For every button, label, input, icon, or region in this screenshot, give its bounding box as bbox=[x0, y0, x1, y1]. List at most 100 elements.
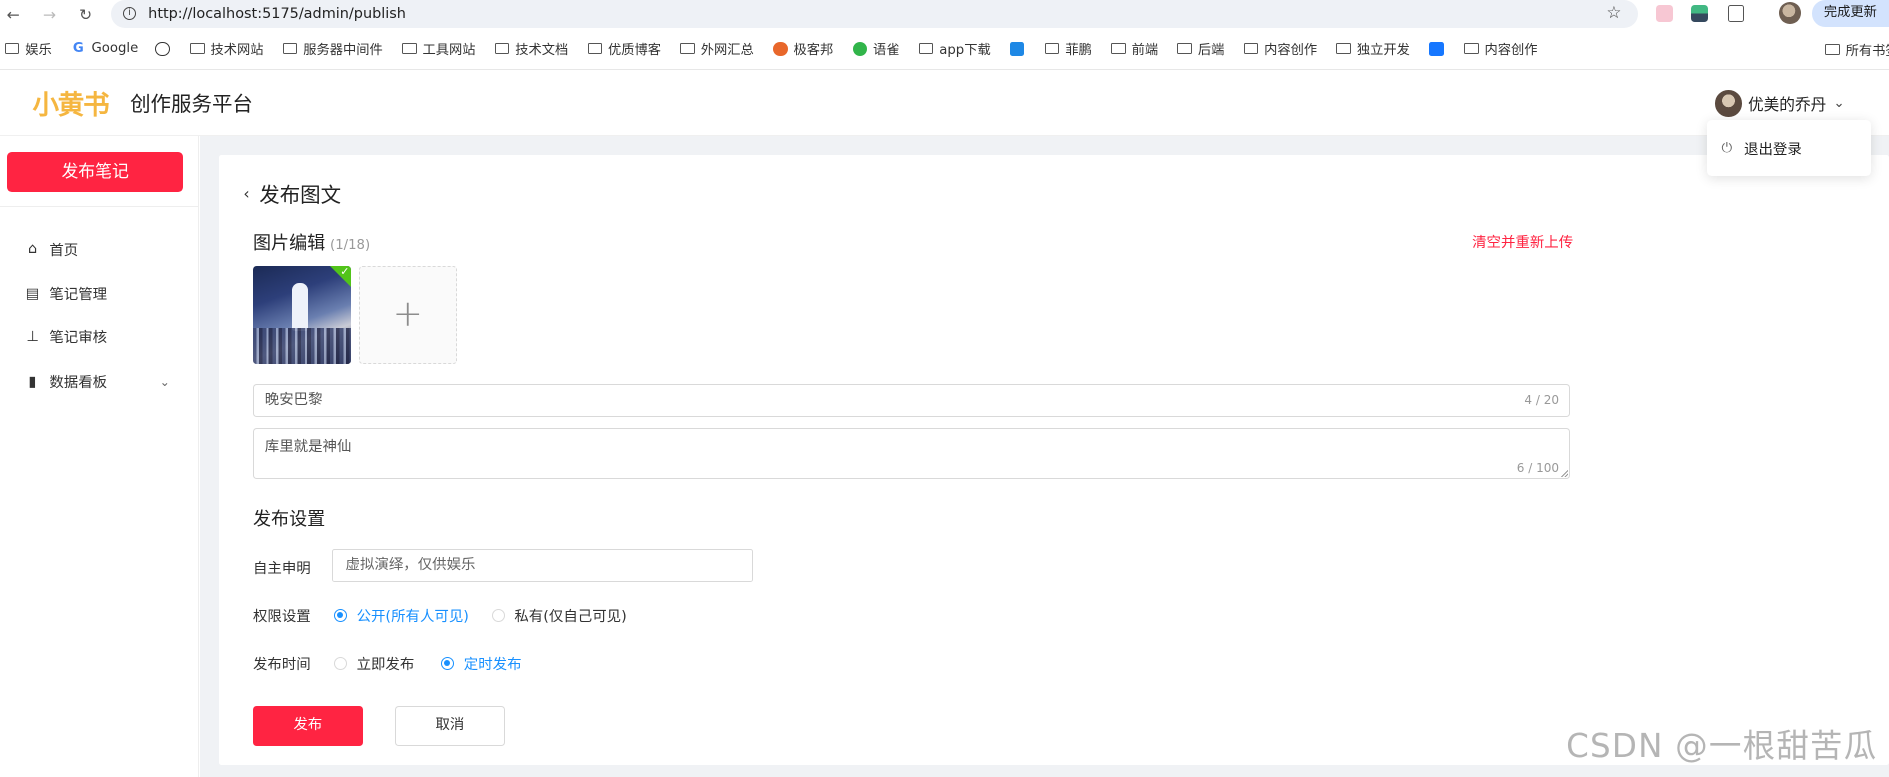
radio-dot bbox=[333, 608, 347, 622]
bar-chart-icon: ▮ bbox=[28, 373, 37, 390]
radio-scheduled[interactable]: 定时发布 bbox=[440, 653, 522, 674]
statement-select[interactable]: 虚拟演绎，仅供娱乐 bbox=[332, 549, 753, 582]
bookmark-item[interactable]: app下载 bbox=[918, 39, 991, 58]
profile-avatar[interactable] bbox=[1779, 2, 1801, 25]
title-input[interactable]: 晚安巴黎 4 / 20 bbox=[252, 384, 1570, 417]
crowd-graphic bbox=[252, 327, 351, 364]
bookmark-item[interactable] bbox=[155, 41, 175, 57]
main-area: 发布笔记 ⌂ 首页 ▤ 笔记管理 ⊥ 笔记审核 ▮ 数据看板 ⌄ ‹ 发布图文 … bbox=[0, 136, 1889, 777]
settings-title: 发布设置 bbox=[252, 508, 326, 530]
bookmark-item[interactable]: 前端 bbox=[1111, 39, 1158, 58]
extension-icon[interactable] bbox=[1656, 4, 1674, 22]
openai-icon bbox=[155, 41, 170, 57]
clear-reupload-link[interactable]: 清空并重新上传 bbox=[1472, 231, 1573, 252]
bookmark-star-icon[interactable]: ☆ bbox=[1606, 2, 1621, 22]
bookmark-item[interactable]: 工具网站 bbox=[402, 39, 476, 58]
site-info-icon[interactable]: i bbox=[122, 7, 137, 21]
radio-public[interactable]: 公开(所有人可见) bbox=[333, 605, 469, 626]
app-header: 小黄书 创作服务平台 优美的乔丹 ⌄ bbox=[0, 70, 1889, 137]
bookmark-item[interactable]: 娱乐 bbox=[4, 39, 52, 58]
chevron-down-icon: ⌄ bbox=[1833, 96, 1845, 112]
chevron-down-icon: ⌄ bbox=[159, 374, 170, 389]
folder-icon bbox=[402, 43, 417, 55]
add-image-button[interactable]: + bbox=[358, 266, 457, 364]
bookmark-item[interactable]: 独立开发 bbox=[1336, 39, 1410, 58]
user-menu[interactable]: 优美的乔丹 ⌄ bbox=[1715, 90, 1845, 117]
extensions-puzzle-icon[interactable] bbox=[1727, 4, 1745, 22]
folder-icon bbox=[494, 43, 510, 55]
uploaded-image-thumbnail[interactable]: ✓ bbox=[252, 266, 351, 364]
folder-icon bbox=[1177, 43, 1192, 55]
bookmark-item[interactable]: 后端 bbox=[1177, 39, 1224, 58]
avatar bbox=[1715, 90, 1742, 117]
google-icon: G bbox=[72, 40, 84, 56]
back-arrow-icon[interactable]: ← bbox=[0, 5, 27, 24]
bookmark-item[interactable]: 极客邦 bbox=[773, 39, 833, 58]
radio-dot bbox=[491, 608, 505, 622]
stamp-icon: ⊥ bbox=[26, 328, 39, 345]
geekbang-icon bbox=[773, 41, 788, 57]
publish-button[interactable]: 发布 bbox=[252, 705, 363, 746]
url-field[interactable]: i http://localhost:5175/admin/publish ☆ bbox=[110, 0, 1639, 28]
all-bookmarks[interactable]: 所有书签 bbox=[1825, 29, 1889, 70]
sidebar-item-dashboard[interactable]: ▮ 数据看板 ⌄ bbox=[24, 371, 175, 392]
image-count: (1/18) bbox=[330, 237, 371, 253]
sidebar-item-note-review[interactable]: ⊥ 笔记审核 bbox=[24, 326, 175, 347]
bookmark-item[interactable]: 技术网站 bbox=[190, 39, 264, 58]
reload-icon[interactable]: ↻ bbox=[72, 5, 99, 24]
bookmark-item[interactable]: 菲鹏 bbox=[1044, 39, 1092, 58]
url-text: http://localhost:5175/admin/publish bbox=[148, 5, 406, 22]
description-textarea[interactable]: 库里就是神仙 6 / 100 bbox=[252, 427, 1570, 480]
title-counter: 4 / 20 bbox=[1524, 393, 1560, 408]
sidebar-item-note-management[interactable]: ▤ 笔记管理 bbox=[24, 283, 175, 304]
bookmark-item[interactable] bbox=[1429, 41, 1449, 57]
bookmark-item[interactable]: 内容创作 bbox=[1464, 39, 1538, 58]
resize-handle[interactable] bbox=[1560, 470, 1568, 478]
bookmark-item[interactable]: 优质博客 bbox=[587, 39, 661, 58]
update-button[interactable]: 完成更新 bbox=[1811, 0, 1889, 27]
folder-icon bbox=[587, 43, 602, 55]
logout-menu-item[interactable]: ⏻ 退出登录 bbox=[1707, 120, 1871, 176]
player-figure bbox=[291, 283, 309, 332]
forward-arrow-icon[interactable]: → bbox=[36, 5, 63, 24]
folder-icon bbox=[680, 43, 695, 55]
bookmark-item[interactable]: 语雀 bbox=[852, 39, 900, 58]
folder-icon bbox=[282, 43, 298, 55]
bookmarks-bar: 娱乐 G Google 技术网站 服务器中间件 工具网站 技术文档 优质博客 外网… bbox=[0, 29, 1889, 70]
sidebar: 发布笔记 ⌂ 首页 ▤ 笔记管理 ⊥ 笔记审核 ▮ 数据看板 ⌄ bbox=[0, 136, 199, 777]
publish-note-button[interactable]: 发布笔记 bbox=[7, 151, 184, 192]
yuque-icon bbox=[852, 41, 867, 57]
folder-icon bbox=[1336, 43, 1351, 55]
bookmark-item[interactable] bbox=[1009, 41, 1030, 57]
permission-label: 权限设置 bbox=[252, 608, 311, 625]
bookmark-item[interactable]: 外网汇总 bbox=[680, 39, 754, 58]
radio-dot bbox=[440, 656, 455, 671]
radio-private[interactable]: 私有(仅自己可见) bbox=[491, 605, 627, 626]
bookmark-item[interactable]: 技术文档 bbox=[494, 39, 568, 58]
folder-icon bbox=[1464, 43, 1479, 55]
browser-address-bar: ← → ↻ i http://localhost:5175/admin/publ… bbox=[0, 0, 1889, 29]
watermark: CSDN @一根甜苦瓜 bbox=[1566, 727, 1878, 766]
folder-icon bbox=[918, 43, 934, 55]
document-icon: ▤ bbox=[25, 285, 40, 302]
publish-card: ‹ 发布图文 图片编辑 (1/18) 清空并重新上传 ✓ + 晚安巴黎 4 / 2… bbox=[219, 155, 1889, 765]
vue-devtools-icon[interactable] bbox=[1691, 4, 1709, 22]
app-icon bbox=[1009, 41, 1025, 57]
sidebar-item-home[interactable]: ⌂ 首页 bbox=[24, 239, 175, 260]
translate-icon bbox=[1429, 41, 1444, 57]
radio-dot bbox=[333, 656, 347, 671]
bookmark-item[interactable]: 内容创作 bbox=[1243, 39, 1317, 58]
statement-label: 自主申明 bbox=[252, 560, 311, 577]
cancel-button[interactable]: 取消 bbox=[395, 705, 505, 746]
image-section-title: 图片编辑 (1/18) bbox=[252, 232, 371, 254]
folder-icon bbox=[1243, 43, 1259, 55]
platform-title: 创作服务平台 bbox=[130, 92, 253, 117]
bookmark-item[interactable]: G Google bbox=[71, 41, 138, 56]
radio-publish-now[interactable]: 立即发布 bbox=[333, 653, 414, 674]
check-icon: ✓ bbox=[340, 266, 350, 279]
page-title[interactable]: ‹ 发布图文 bbox=[243, 178, 341, 208]
power-icon: ⏻ bbox=[1721, 140, 1732, 156]
chevron-left-icon[interactable]: ‹ bbox=[243, 184, 249, 203]
username: 优美的乔丹 bbox=[1748, 95, 1827, 115]
bookmark-item[interactable]: 服务器中间件 bbox=[282, 39, 383, 58]
